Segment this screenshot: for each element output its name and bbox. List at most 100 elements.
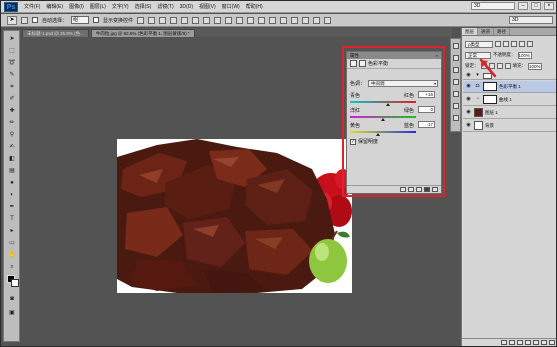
dodge-tool-icon[interactable]: ◐ [7,191,17,200]
background-color-swatch[interactable] [11,279,19,287]
lock-transparent-icon[interactable] [480,63,487,69]
trash-icon[interactable] [549,340,555,345]
auto-align-icon[interactable] [269,16,277,24]
clone-stamp-tool-icon[interactable]: ⚲ [7,131,17,140]
preserve-luminosity-checkbox[interactable]: ✓ [350,138,356,145]
quick-select-tool-icon[interactable]: ✎ [7,71,17,80]
new-layer-icon[interactable] [541,340,547,345]
document-canvas[interactable] [117,139,352,293]
menu-file[interactable]: 文件(F) [21,3,43,10]
layer-row[interactable]: ◉ 背景 [463,120,556,132]
trash-icon[interactable] [432,187,438,192]
path-select-tool-icon[interactable]: ▸ [7,227,17,236]
zoom-tool-icon[interactable]: ⌕ [7,263,17,272]
menu-select[interactable]: 选择(S) [132,3,155,10]
clip-to-layer-icon[interactable] [400,187,406,192]
fill-input[interactable]: 100% [528,62,542,70]
actions-panel-icon[interactable] [453,55,459,61]
3d-rotate-icon[interactable] [291,16,299,24]
tool-preset-dropdown[interactable] [21,16,28,24]
options-workspace-box[interactable]: 3D [509,16,553,24]
swatches-panel-icon[interactable] [453,115,459,121]
menu-help[interactable]: 帮助(H) [243,3,266,10]
layer-row[interactable]: ◉ ◔ 曲线 1 [463,94,556,106]
quick-mask-icon[interactable]: ◙ [7,295,17,304]
adjustments-panel-icon[interactable] [453,79,459,85]
align-left-icon[interactable] [170,16,178,24]
document-tab-active[interactable]: 牛肉粒.jpg @ 82.6% (色彩平衡 1, 图层蒙版/8) * [90,29,195,37]
filter-pixel-icon[interactable] [495,41,501,47]
show-transform-checkbox[interactable] [93,17,100,23]
paragraph-panel-icon[interactable] [453,103,459,109]
slider-value-input[interactable]: -17 [418,121,435,128]
align-center-icon[interactable] [181,16,189,24]
menu-type[interactable]: 文字(Y) [109,3,132,10]
type-tool-icon[interactable]: T [7,215,17,224]
properties-panel-icon[interactable] [453,67,459,73]
reset-icon[interactable] [416,187,422,192]
distribute-center-icon[interactable] [247,16,255,24]
slider-track[interactable] [350,131,416,133]
blend-mode-dropdown[interactable]: 正常 [465,51,491,59]
new-adjustment-icon[interactable] [525,340,531,345]
layer-style-icon[interactable] [509,340,515,345]
layer-group-row[interactable]: ◉ ▾ [463,72,556,80]
history-brush-tool-icon[interactable]: ✍ [7,143,17,152]
maximize-button[interactable]: □ [531,2,541,10]
collapse-icon[interactable]: » [435,52,438,59]
slider-value-input[interactable]: 0 [418,106,435,113]
3d-roll-icon[interactable] [302,16,310,24]
layer-name[interactable]: 曲线 1 [499,97,512,103]
menu-window[interactable]: 窗口(W) [219,3,243,10]
slider-track[interactable] [350,101,416,103]
slider-thumb[interactable] [381,118,385,121]
3d-slide-icon[interactable] [324,16,332,24]
mask-icon[interactable] [359,60,366,67]
brush-tool-icon[interactable]: ✏ [7,119,17,128]
auto-select-dropdown[interactable]: 组 [71,16,90,24]
minimize-button[interactable]: – [518,2,528,10]
view-previous-icon[interactable] [408,187,414,192]
lock-image-icon[interactable] [488,63,495,69]
layer-name[interactable]: 色彩平衡 1 [499,84,521,90]
move-tool-icon[interactable]: ➤ [7,15,17,25]
distribute-middle-icon[interactable] [214,16,222,24]
pen-tool-icon[interactable]: ✒ [7,203,17,212]
shape-tool-icon[interactable]: ▭ [7,239,17,248]
eyedropper-tool-icon[interactable]: ✐ [7,95,17,104]
crop-tool-icon[interactable]: ⌗ [7,83,17,92]
distribute-right-icon[interactable] [258,16,266,24]
align-bottom-icon[interactable] [159,16,167,24]
hand-tool-icon[interactable]: ✋ [7,251,17,260]
visibility-icon[interactable] [424,187,430,192]
eye-icon[interactable]: ◉ [465,122,472,129]
blur-tool-icon[interactable]: ● [7,179,17,188]
tab-channels[interactable]: 通道 [478,28,494,35]
character-panel-icon[interactable] [453,91,459,97]
slider-value-input[interactable]: +16 [418,91,435,98]
eye-icon[interactable]: ◉ [465,83,472,90]
auto-select-checkbox[interactable] [32,17,38,23]
filter-smart-icon[interactable] [527,41,533,47]
link-layers-icon[interactable] [501,340,507,345]
menu-edit[interactable]: 编辑(E) [43,3,66,10]
chevron-down-icon[interactable]: ▾ [474,72,481,79]
distribute-top-icon[interactable] [203,16,211,24]
slider-thumb[interactable] [375,133,380,136]
3d-pan-icon[interactable] [313,16,321,24]
lock-position-icon[interactable] [496,63,503,69]
distribute-bottom-icon[interactable] [225,16,233,24]
slider-thumb[interactable] [386,103,391,106]
opacity-input[interactable]: 100% [517,51,532,59]
layer-row[interactable]: ◉ ⚖ 色彩平衡 1 [463,81,556,93]
tab-layers[interactable]: 图层 [462,28,478,35]
menu-layer[interactable]: 图层(L) [87,3,109,10]
lasso-tool-icon[interactable]: ➰ [7,59,17,68]
new-group-icon[interactable] [533,340,539,345]
layer-name[interactable]: 图层 1 [485,110,498,116]
menu-filter[interactable]: 滤镜(T) [154,3,176,10]
layer-mask-thumb[interactable] [483,82,497,91]
filter-type-icon[interactable] [511,41,517,47]
close-button[interactable]: × [544,2,554,10]
add-mask-icon[interactable] [517,340,523,345]
